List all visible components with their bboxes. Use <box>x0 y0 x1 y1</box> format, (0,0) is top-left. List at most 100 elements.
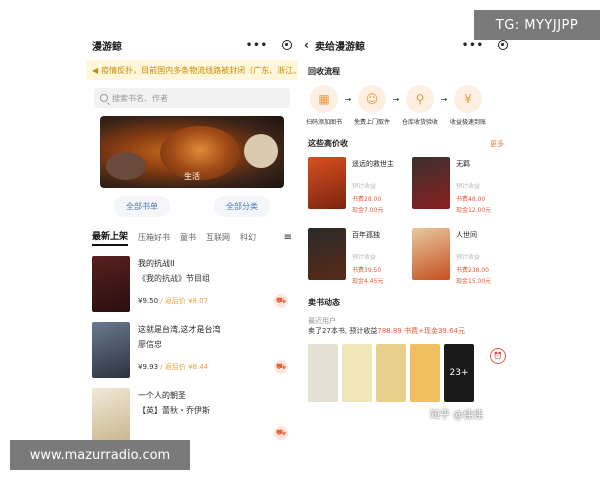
book-fee: 书费48.00 <box>456 196 486 203</box>
sold-books-strip: 23+ <box>308 344 514 402</box>
more-books-count[interactable]: 23+ <box>444 344 474 402</box>
tab-scifi[interactable]: 科幻 <box>240 232 256 243</box>
estimate-label: 预计收益 <box>456 183 481 190</box>
estimate-label: 预计收益 <box>352 183 377 190</box>
high-price-book[interactable]: 百年孤独 预计收益 书费39.50 现金4.45元 <box>308 228 404 285</box>
all-booklists-button[interactable]: 全部书单 <box>114 196 170 217</box>
flow-arrow-icon: → <box>440 95 448 104</box>
sold-book-cover <box>342 344 372 402</box>
tg-watermark: TG: MYYJJPP <box>474 10 600 40</box>
high-price-book[interactable]: 无羁 预计收益 书费48.00 现金12.00元 <box>412 157 508 214</box>
more-dots-icon[interactable]: ••• <box>246 40 268 51</box>
close-target-icon[interactable] <box>498 40 508 50</box>
high-price-book[interactable]: 遥远的救世主 预计收益 书费28.00 现金7.00元 <box>308 157 404 214</box>
banner-caption: 生活 <box>184 172 200 181</box>
add-to-cart-icon[interactable]: ⛟ <box>274 360 288 374</box>
sold-book-cover <box>410 344 440 402</box>
tab-menu-icon[interactable]: ≡ <box>284 232 292 243</box>
tab-internet[interactable]: 互联网 <box>206 232 230 243</box>
more-link[interactable]: 更多 <box>490 139 504 149</box>
book-name: 百年孤独 <box>352 231 380 239</box>
cash-amount: 现金12.00元 <box>456 207 492 214</box>
back-arrow-icon[interactable]: ‹ <box>304 38 309 52</box>
flow-title: 回收流程 <box>308 67 340 76</box>
cash-amount: 现金15.00元 <box>456 278 492 285</box>
feed-user: 最近用户 <box>308 317 336 325</box>
all-categories-button[interactable]: 全部分类 <box>214 196 270 217</box>
book-rebate-price: / 返后价 ¥8.07 <box>160 297 209 305</box>
feed-amount: 788.89 书费+现金39.64元 <box>377 327 465 335</box>
flow-arrow-icon: → <box>344 95 352 104</box>
book-rebate-price: / 返后价 ¥8.44 <box>160 363 209 371</box>
left-phone-screen: 漫游鲸 ••• ◀ 疫情反扑，目前国内多条物流线路被封闭（广东、浙江、山 搜索书… <box>86 30 298 480</box>
search-input[interactable]: 搜索书名、作者 <box>94 88 290 108</box>
alarm-clock-icon[interactable]: ⏰ <box>490 348 506 364</box>
book-name: 遥远的救世主 <box>352 160 394 168</box>
high-price-header: 这些高价收 更多 <box>308 138 504 149</box>
payout-icon: ¥ <box>454 85 482 113</box>
tab-newest[interactable]: 最新上架 <box>92 229 129 246</box>
book-price: ¥9.93 <box>138 363 159 371</box>
banner-plate-image <box>244 134 278 168</box>
food-banner[interactable]: 生活 <box>100 116 284 188</box>
page-title: 卖给漫游鲸 <box>314 41 365 53</box>
recycle-flow: ▦ 扫码添加图书 → ☺ 免费上门取件 → ⚲ 仓库收货验收 → ¥ 收益极速到账 <box>304 85 508 126</box>
app-title: 漫游鲸 <box>92 41 122 53</box>
book-subtitle: 《我的抗战》节目组 <box>138 274 210 283</box>
sold-book-cover <box>308 344 338 402</box>
close-target-icon[interactable] <box>282 40 292 50</box>
add-to-cart-icon[interactable]: ⛟ <box>274 426 288 440</box>
book-price: ¥9.50 <box>138 297 159 305</box>
flow-arrow-icon: → <box>392 95 400 104</box>
zhihu-watermark: 知乎 @佳佳 <box>430 410 484 421</box>
notice-bar[interactable]: ◀ 疫情反扑，目前国内多条物流线路被封闭（广东、浙江、山 <box>86 60 298 80</box>
tab-kids[interactable]: 童书 <box>180 232 196 243</box>
estimate-label: 预计收益 <box>352 254 377 261</box>
left-top-bar: 漫游鲸 ••• <box>86 30 298 60</box>
book-title: 我的抗战II <box>138 259 175 268</box>
sales-feed-entry: 最近用户 卖了27本书, 预计收益788.89 书费+现金39.64元 <box>308 316 504 336</box>
sales-feed-title: 卖书动态 <box>308 298 340 307</box>
add-to-cart-icon[interactable]: ⛟ <box>274 294 288 308</box>
book-cover <box>308 228 346 280</box>
courier-icon: ☺ <box>358 85 386 113</box>
book-fee: 书费28.00 <box>352 196 382 203</box>
book-name: 无羁 <box>456 160 470 168</box>
notice-text: 疫情反扑，目前国内多条物流线路被封闭（广东、浙江、山 <box>101 65 298 75</box>
book-cover <box>412 157 450 209</box>
list-item[interactable]: 一个人的朝圣 【英】蕾秋・乔伊斯 ⛟ <box>92 388 292 444</box>
book-cover <box>412 228 450 280</box>
category-buttons: 全部书单 全部分类 <box>92 196 292 217</box>
high-price-grid: 遥远的救世主 预计收益 书费28.00 现金7.00元 无羁 预计收益 书费48… <box>308 157 508 285</box>
flow-step-payout: ¥ 收益极速到账 <box>448 85 488 126</box>
book-title: 一个人的朝圣 <box>138 391 186 400</box>
list-item[interactable]: 我的抗战II 《我的抗战》节目组 ¥9.50 / 返后价 ¥8.07 ⛟ <box>92 256 292 312</box>
flow-step-inspect: ⚲ 仓库收货验收 <box>400 85 440 126</box>
book-title: 这就是台湾,这才是台湾 <box>138 325 221 334</box>
book-subtitle: 【英】蕾秋・乔伊斯 <box>138 406 210 415</box>
book-subtitle: 廖信忠 <box>138 340 162 349</box>
flow-step-scan: ▦ 扫码添加图书 <box>304 85 344 126</box>
book-fee: 书费39.50 <box>352 267 382 274</box>
url-watermark: www.mazurradio.com <box>10 440 190 470</box>
cash-amount: 现金4.45元 <box>352 278 384 285</box>
scan-icon: ▦ <box>310 85 338 113</box>
feed-text: 卖了27本书, 预计收益 <box>308 327 378 335</box>
book-cover <box>308 157 346 209</box>
high-price-book[interactable]: 人世间 预计收益 书费238.00 现金15.00元 <box>412 228 508 285</box>
speaker-icon: ◀ <box>92 65 99 75</box>
book-cover <box>92 256 130 312</box>
more-dots-icon[interactable]: ••• <box>462 40 484 51</box>
book-cover <box>92 322 130 378</box>
estimate-label: 预计收益 <box>456 254 481 261</box>
cash-amount: 现金7.00元 <box>352 207 384 214</box>
book-cover <box>92 388 130 444</box>
list-item[interactable]: 这就是台湾,这才是台湾 廖信忠 ¥9.93 / 返后价 ¥8.44 ⛟ <box>92 322 292 378</box>
tab-good-books[interactable]: 压箱好书 <box>138 232 170 243</box>
book-name: 人世间 <box>456 231 477 239</box>
search-placeholder: 搜索书名、作者 <box>112 93 168 103</box>
book-fee: 书费238.00 <box>456 267 489 274</box>
magnifier-icon: ⚲ <box>406 85 434 113</box>
high-price-title: 这些高价收 <box>308 139 348 148</box>
sold-book-cover <box>376 344 406 402</box>
